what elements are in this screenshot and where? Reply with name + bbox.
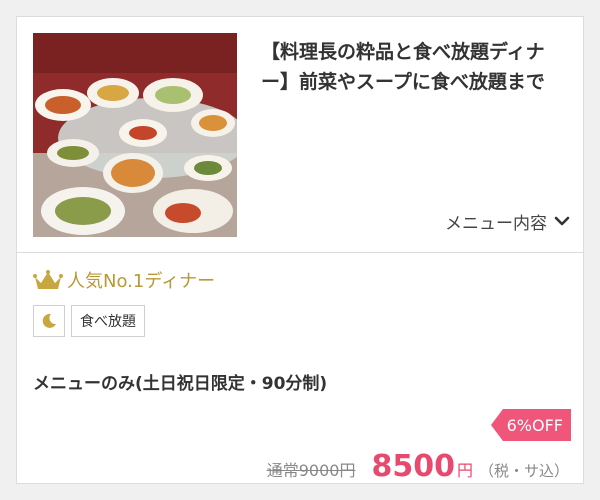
dinner-tag [33, 305, 65, 337]
price-row: 通常9000円 8500 円 （税・サ込） [267, 449, 569, 484]
chevron-down-icon [554, 216, 570, 226]
plan-name: メニューのみ(土日祝日限定・90分制) [33, 374, 328, 394]
feature-tags: 食べ放題 [33, 305, 151, 337]
plan-title[interactable]: 【料理長の粋品と食べ放題ディナー】前菜やスープに食べ放題まで [261, 37, 567, 97]
crown-icon [33, 270, 63, 289]
price-unit: 円 [456, 461, 473, 480]
discount-label: 6%OFF [502, 409, 571, 441]
discount-badge-notch [490, 409, 503, 441]
plan-card-body: 人気No.1ディナー 食べ放題 メニューのみ(土日祝日限定・90分制) 6%OF… [17, 253, 583, 484]
plan-card-header: 【料理長の粋品と食べ放題ディナー】前菜やスープに食べ放題まで メニュー内容 [17, 17, 583, 253]
all-you-can-eat-tag: 食べ放題 [71, 305, 145, 337]
moon-icon [42, 313, 56, 328]
plan-card[interactable]: 【料理長の粋品と食べ放題ディナー】前菜やスープに食べ放題まで メニュー内容 人気… [16, 16, 584, 484]
regular-price: 通常9000円 [266, 461, 356, 480]
discount-badge: 6%OFF [490, 409, 571, 441]
food-photo[interactable] [33, 33, 237, 237]
rank-badge: 人気No.1ディナー [33, 267, 215, 293]
rank-label: 人気No.1ディナー [67, 271, 216, 292]
food-photo-image [33, 33, 237, 237]
menu-details-toggle[interactable]: メニュー内容 [445, 208, 571, 234]
tax-note: （税・サ込） [478, 462, 569, 480]
sale-price: 8500 [371, 449, 455, 484]
menu-details-label: メニュー内容 [445, 213, 547, 234]
